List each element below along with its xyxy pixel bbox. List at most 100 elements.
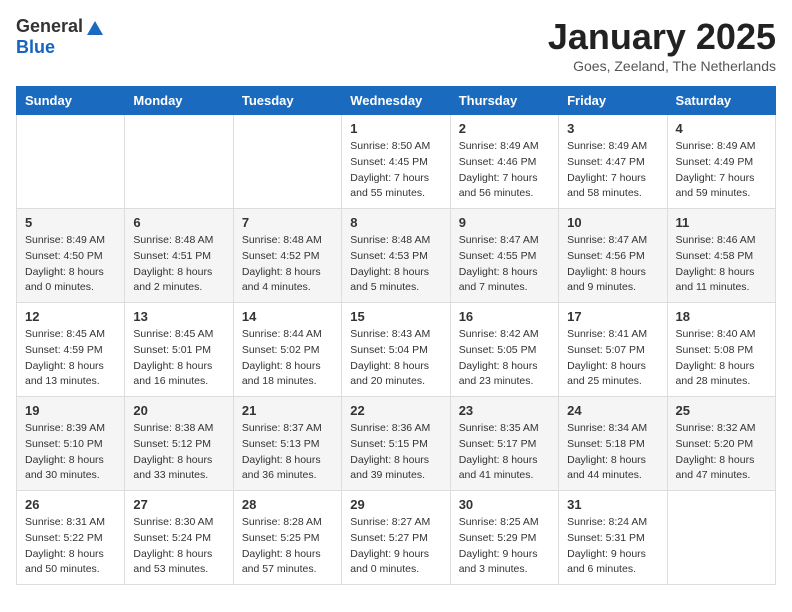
table-row [17,115,125,209]
day-info: Sunrise: 8:49 AMSunset: 4:50 PMDaylight:… [25,234,105,293]
table-row: 27 Sunrise: 8:30 AMSunset: 5:24 PMDaylig… [125,491,233,585]
table-row: 31 Sunrise: 8:24 AMSunset: 5:31 PMDaylig… [559,491,667,585]
day-number: 18 [676,309,767,324]
day-number: 9 [459,215,550,230]
day-info: Sunrise: 8:27 AMSunset: 5:27 PMDaylight:… [350,516,430,575]
table-row: 28 Sunrise: 8:28 AMSunset: 5:25 PMDaylig… [233,491,341,585]
logo-icon [85,17,105,37]
table-row: 30 Sunrise: 8:25 AMSunset: 5:29 PMDaylig… [450,491,558,585]
col-thursday: Thursday [450,87,558,115]
table-row: 2 Sunrise: 8:49 AMSunset: 4:46 PMDayligh… [450,115,558,209]
calendar-week-row: 5 Sunrise: 8:49 AMSunset: 4:50 PMDayligh… [17,209,776,303]
col-monday: Monday [125,87,233,115]
day-info: Sunrise: 8:49 AMSunset: 4:49 PMDaylight:… [676,140,756,199]
table-row: 26 Sunrise: 8:31 AMSunset: 5:22 PMDaylig… [17,491,125,585]
day-info: Sunrise: 8:32 AMSunset: 5:20 PMDaylight:… [676,422,756,481]
table-row: 4 Sunrise: 8:49 AMSunset: 4:49 PMDayligh… [667,115,775,209]
table-row: 23 Sunrise: 8:35 AMSunset: 5:17 PMDaylig… [450,397,558,491]
calendar-week-row: 12 Sunrise: 8:45 AMSunset: 4:59 PMDaylig… [17,303,776,397]
col-sunday: Sunday [17,87,125,115]
day-info: Sunrise: 8:41 AMSunset: 5:07 PMDaylight:… [567,328,647,387]
col-tuesday: Tuesday [233,87,341,115]
day-number: 5 [25,215,116,230]
table-row: 13 Sunrise: 8:45 AMSunset: 5:01 PMDaylig… [125,303,233,397]
table-row: 29 Sunrise: 8:27 AMSunset: 5:27 PMDaylig… [342,491,450,585]
day-number: 30 [459,497,550,512]
day-number: 26 [25,497,116,512]
table-row [125,115,233,209]
day-number: 25 [676,403,767,418]
day-info: Sunrise: 8:24 AMSunset: 5:31 PMDaylight:… [567,516,647,575]
day-number: 6 [133,215,224,230]
day-number: 19 [25,403,116,418]
day-info: Sunrise: 8:38 AMSunset: 5:12 PMDaylight:… [133,422,213,481]
table-row: 7 Sunrise: 8:48 AMSunset: 4:52 PMDayligh… [233,209,341,303]
day-number: 12 [25,309,116,324]
day-number: 15 [350,309,441,324]
table-row: 8 Sunrise: 8:48 AMSunset: 4:53 PMDayligh… [342,209,450,303]
table-row: 20 Sunrise: 8:38 AMSunset: 5:12 PMDaylig… [125,397,233,491]
day-info: Sunrise: 8:45 AMSunset: 5:01 PMDaylight:… [133,328,213,387]
day-number: 23 [459,403,550,418]
col-wednesday: Wednesday [342,87,450,115]
day-number: 4 [676,121,767,136]
day-info: Sunrise: 8:31 AMSunset: 5:22 PMDaylight:… [25,516,105,575]
day-info: Sunrise: 8:48 AMSunset: 4:52 PMDaylight:… [242,234,322,293]
table-row: 6 Sunrise: 8:48 AMSunset: 4:51 PMDayligh… [125,209,233,303]
day-number: 14 [242,309,333,324]
table-row: 24 Sunrise: 8:34 AMSunset: 5:18 PMDaylig… [559,397,667,491]
col-saturday: Saturday [667,87,775,115]
table-row: 15 Sunrise: 8:43 AMSunset: 5:04 PMDaylig… [342,303,450,397]
table-row: 14 Sunrise: 8:44 AMSunset: 5:02 PMDaylig… [233,303,341,397]
table-row: 25 Sunrise: 8:32 AMSunset: 5:20 PMDaylig… [667,397,775,491]
col-friday: Friday [559,87,667,115]
calendar-week-row: 19 Sunrise: 8:39 AMSunset: 5:10 PMDaylig… [17,397,776,491]
day-number: 1 [350,121,441,136]
day-info: Sunrise: 8:47 AMSunset: 4:56 PMDaylight:… [567,234,647,293]
day-number: 31 [567,497,658,512]
day-number: 17 [567,309,658,324]
logo-blue: Blue [16,37,55,58]
day-number: 11 [676,215,767,230]
day-number: 2 [459,121,550,136]
table-row [667,491,775,585]
table-row: 17 Sunrise: 8:41 AMSunset: 5:07 PMDaylig… [559,303,667,397]
month-title: January 2025 [548,16,776,58]
day-info: Sunrise: 8:49 AMSunset: 4:46 PMDaylight:… [459,140,539,199]
table-row: 1 Sunrise: 8:50 AMSunset: 4:45 PMDayligh… [342,115,450,209]
table-row: 19 Sunrise: 8:39 AMSunset: 5:10 PMDaylig… [17,397,125,491]
logo-general: General [16,16,83,37]
day-number: 13 [133,309,224,324]
day-info: Sunrise: 8:44 AMSunset: 5:02 PMDaylight:… [242,328,322,387]
day-info: Sunrise: 8:45 AMSunset: 4:59 PMDaylight:… [25,328,105,387]
day-info: Sunrise: 8:25 AMSunset: 5:29 PMDaylight:… [459,516,539,575]
table-row: 10 Sunrise: 8:47 AMSunset: 4:56 PMDaylig… [559,209,667,303]
day-info: Sunrise: 8:50 AMSunset: 4:45 PMDaylight:… [350,140,430,199]
table-row: 11 Sunrise: 8:46 AMSunset: 4:58 PMDaylig… [667,209,775,303]
day-info: Sunrise: 8:49 AMSunset: 4:47 PMDaylight:… [567,140,647,199]
day-number: 10 [567,215,658,230]
day-info: Sunrise: 8:37 AMSunset: 5:13 PMDaylight:… [242,422,322,481]
calendar-table: Sunday Monday Tuesday Wednesday Thursday… [16,86,776,585]
table-row: 21 Sunrise: 8:37 AMSunset: 5:13 PMDaylig… [233,397,341,491]
logo: General Blue [16,16,105,58]
day-number: 7 [242,215,333,230]
day-info: Sunrise: 8:34 AMSunset: 5:18 PMDaylight:… [567,422,647,481]
table-row: 12 Sunrise: 8:45 AMSunset: 4:59 PMDaylig… [17,303,125,397]
day-info: Sunrise: 8:35 AMSunset: 5:17 PMDaylight:… [459,422,539,481]
day-info: Sunrise: 8:48 AMSunset: 4:51 PMDaylight:… [133,234,213,293]
title-block: January 2025 Goes, Zeeland, The Netherla… [548,16,776,74]
page-header: General Blue January 2025 Goes, Zeeland,… [16,16,776,74]
day-info: Sunrise: 8:43 AMSunset: 5:04 PMDaylight:… [350,328,430,387]
day-info: Sunrise: 8:40 AMSunset: 5:08 PMDaylight:… [676,328,756,387]
day-info: Sunrise: 8:30 AMSunset: 5:24 PMDaylight:… [133,516,213,575]
day-number: 8 [350,215,441,230]
location-subtitle: Goes, Zeeland, The Netherlands [548,58,776,74]
day-number: 20 [133,403,224,418]
day-info: Sunrise: 8:42 AMSunset: 5:05 PMDaylight:… [459,328,539,387]
table-row: 16 Sunrise: 8:42 AMSunset: 5:05 PMDaylig… [450,303,558,397]
table-row [233,115,341,209]
day-info: Sunrise: 8:39 AMSunset: 5:10 PMDaylight:… [25,422,105,481]
day-number: 16 [459,309,550,324]
day-number: 22 [350,403,441,418]
